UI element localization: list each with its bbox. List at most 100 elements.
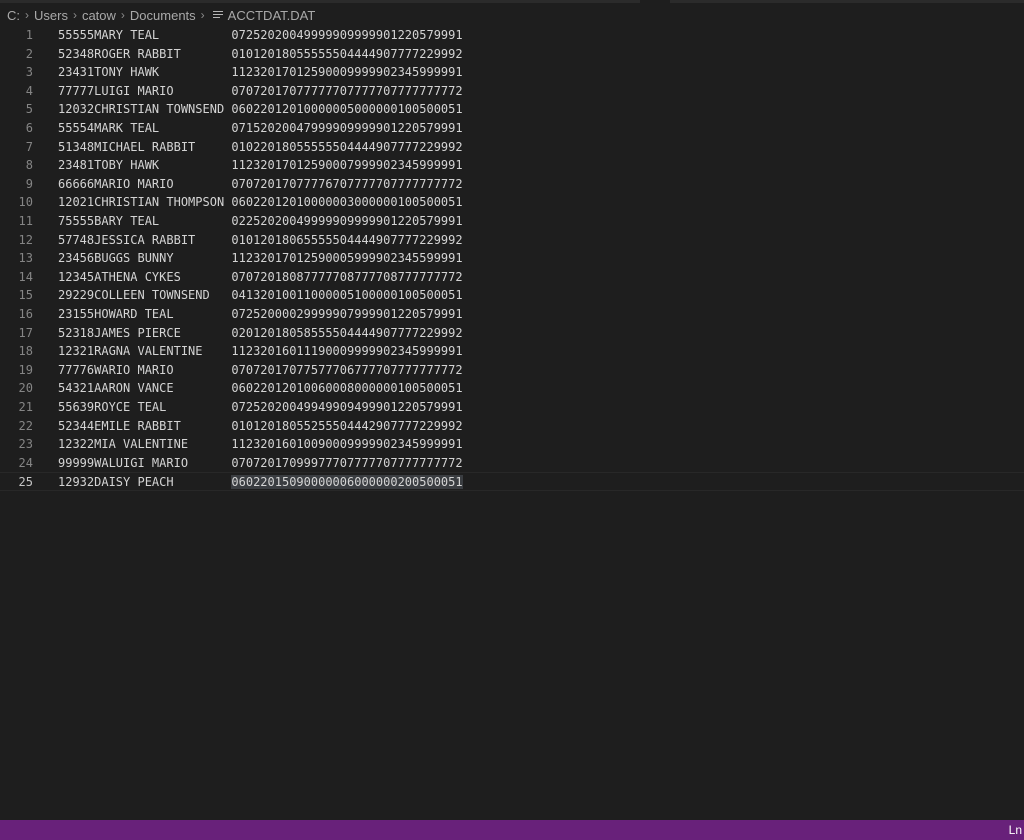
code-line[interactable]: 21 55639ROYCE TEAL 0725202004994990949990…	[0, 398, 1024, 417]
code-line[interactable]: 2 52348ROGER RABBIT 010120180555555044449…	[0, 45, 1024, 64]
field-padding	[188, 437, 231, 451]
line-text[interactable]: 51348MICHAEL RABBIT 01022018055555504444…	[58, 138, 463, 157]
code-line[interactable]: 24 99999WALUIGI MARIO 0707201709997770777…	[0, 454, 1024, 473]
line-text[interactable]: 57748JESSICA RABBIT 01012018065555504444…	[58, 231, 463, 250]
account-data: 11232016011190009999902345999991	[231, 344, 463, 359]
line-number: 4	[25, 83, 33, 98]
code-line[interactable]: 18 12321RAGNA VALENTINE 11232016011190009…	[0, 342, 1024, 361]
line-text[interactable]: 23155HOWARD TEAL 07252000029999907999901…	[58, 305, 463, 324]
line-text[interactable]: 52318JAMES PIERCE 0201201805855550444490…	[58, 324, 463, 343]
line-text[interactable]: 55554MARK TEAL 0715202004799990999990122…	[58, 119, 463, 138]
lines-file-icon	[212, 10, 223, 20]
account-name: TOBY HAWK	[94, 158, 160, 173]
line-text[interactable]: 75555BARY TEAL 0225202004999990999990122…	[58, 212, 463, 231]
line-text[interactable]: 52348ROGER RABBIT 0101201805555550444490…	[58, 45, 463, 64]
line-text[interactable]: 23431TONY HAWK 1123201701259000999990234…	[58, 63, 463, 82]
account-name: MARK TEAL	[94, 121, 160, 135]
line-text[interactable]: 12021CHRISTIAN THOMPSON 0602201201000000…	[58, 193, 463, 212]
line-number: 8	[25, 158, 33, 173]
breadcrumb: C: › Users › catow › Documents › ACCTDAT…	[0, 4, 1024, 26]
code-line[interactable]: 13 23456BUGGS BUNNY 112320170125900059999…	[0, 249, 1024, 268]
code-line[interactable]: 4 77777LUIGI MARIO 0707201707777770777770…	[0, 82, 1024, 101]
line-text[interactable]: 12032CHRISTIAN TOWNSEND 0602201201000000…	[58, 100, 463, 119]
code-line[interactable]: 10 12021CHRISTIAN THOMPSON 06022012010000…	[0, 193, 1024, 212]
line-number: 10	[18, 195, 33, 210]
line-text[interactable]: 55555MARY TEAL 0725202004999990999990122…	[58, 26, 463, 45]
code-line[interactable]: 6 55554MARK TEAL 071520200479999099999012…	[0, 119, 1024, 138]
code-line[interactable]: 16 23155HOWARD TEAL 072520000299999079999…	[0, 305, 1024, 324]
breadcrumb-users[interactable]: Users	[34, 8, 68, 23]
line-number: 2	[25, 46, 33, 61]
code-line[interactable]: 5 12032CHRISTIAN TOWNSEND 060220120100000…	[0, 100, 1024, 119]
line-text[interactable]: 99999WALUIGI MARIO 070720170999777077777…	[58, 454, 463, 473]
account-name: WARIO MARIO	[94, 362, 174, 377]
account-data: 06022015090000006000000200500051	[231, 475, 463, 490]
field-padding	[174, 381, 232, 395]
line-number: 21	[18, 400, 33, 414]
code-line[interactable]: 22 52344EMILE RABBIT 01012018055255504442…	[0, 417, 1024, 436]
code-line[interactable]: 1 55555MARY TEAL 072520200499999099999012…	[0, 26, 1024, 45]
line-text[interactable]: 12345ATHENA CYKES 0707201808777770877770…	[58, 268, 463, 287]
account-data: 11232017012590007999902345999991	[231, 158, 463, 173]
account-data: 06022012010000005000000100500051	[231, 102, 463, 117]
field-padding	[195, 140, 231, 154]
account-id: 51348	[58, 139, 95, 154]
breadcrumb-drive[interactable]: C:	[7, 8, 20, 23]
account-id: 23155	[58, 307, 95, 321]
line-text[interactable]: 52344EMILE RABBIT 0101201805525550444290…	[58, 417, 463, 436]
code-line[interactable]: 23 12322MIA VALENTINE 1123201601009000999…	[0, 435, 1024, 454]
code-line[interactable]: 11 75555BARY TEAL 02252020049999909999901…	[0, 212, 1024, 231]
line-number: 14	[18, 269, 33, 284]
code-line[interactable]: 7 51348MICHAEL RABBIT 0102201805555550444…	[0, 138, 1024, 157]
code-line[interactable]: 19 77776WARIO MARIO 070720170775777067777…	[0, 361, 1024, 380]
account-id: 66666	[58, 176, 95, 191]
code-line[interactable]: 17 52318JAMES PIERCE 02012018058555504444…	[0, 324, 1024, 343]
account-name: EMILE RABBIT	[94, 418, 181, 433]
code-line[interactable]: 14 12345ATHENA CYKES 07072018087777708777…	[0, 268, 1024, 287]
text-editor[interactable]: 1 55555MARY TEAL 072520200499999099999012…	[0, 26, 1024, 820]
code-line[interactable]: 12 57748JESSICA RABBIT 010120180655555044…	[0, 231, 1024, 250]
account-id: 52348	[58, 46, 95, 61]
line-number: 3	[25, 65, 33, 80]
account-name: DAISY PEACH	[94, 475, 174, 490]
account-data: 04132010011000005100000100500051	[231, 288, 463, 303]
account-id: 77776	[58, 362, 95, 377]
cursor-position-indicator[interactable]: Ln	[1009, 820, 1022, 840]
breadcrumb-file[interactable]: ACCTDAT.DAT	[228, 8, 316, 23]
line-text[interactable]: 12932DAISY PEACH 06022015090000006000000…	[58, 473, 463, 492]
line-text[interactable]: 12322MIA VALENTINE 112320160100900099999…	[58, 435, 463, 454]
code-line[interactable]: 8 23481TOBY HAWK 112320170125900079999023…	[0, 156, 1024, 175]
account-name: LUIGI MARIO	[94, 83, 174, 98]
line-number: 20	[18, 381, 33, 396]
account-data: 11232017012590009999902345999991	[231, 65, 463, 80]
account-data: 07252020049999909999901220579991	[231, 28, 463, 42]
line-text[interactable]: 23481TOBY HAWK 1123201701259000799990234…	[58, 156, 463, 175]
breadcrumb-catow[interactable]: catow	[82, 8, 116, 23]
line-text[interactable]: 77777LUIGI MARIO 07072017077777707777707…	[58, 82, 463, 101]
line-text[interactable]: 54321AARON VANCE 06022012010060008000000…	[58, 379, 463, 398]
line-number: 17	[18, 325, 33, 340]
account-data: 07072017077577706777707777777772	[231, 362, 463, 377]
account-name: CHRISTIAN THOMPSON	[94, 195, 225, 210]
account-name: COLLEEN TOWNSEND	[94, 288, 210, 303]
code-line[interactable]: 15 29229COLLEEN TOWNSEND 0413201001100000…	[0, 286, 1024, 305]
field-padding	[159, 28, 231, 42]
breadcrumb-documents[interactable]: Documents	[130, 8, 196, 23]
account-name: WALUIGI MARIO	[94, 455, 189, 470]
code-line[interactable]: 3 23431TONY HAWK 112320170125900099999023…	[0, 63, 1024, 82]
code-line[interactable]: 20 54321AARON VANCE 060220120100600080000…	[0, 379, 1024, 398]
line-text[interactable]: 23456BUGGS BUNNY 11232017012590005999902…	[58, 249, 463, 268]
field-padding	[159, 121, 231, 135]
field-padding	[174, 84, 232, 98]
line-text[interactable]: 12321RAGNA VALENTINE 1123201601119000999…	[58, 342, 463, 361]
code-line[interactable]: 25 12932DAISY PEACH 060220150900000060000…	[0, 472, 1024, 491]
account-data: 07152020047999909999901220579991	[231, 121, 463, 135]
line-number: 24	[18, 455, 33, 470]
account-id: 12345	[58, 269, 95, 284]
line-text[interactable]: 55639ROYCE TEAL 072520200499499094999012…	[58, 398, 463, 417]
code-line[interactable]: 9 66666MARIO MARIO 0707201707777670777770…	[0, 175, 1024, 194]
line-text[interactable]: 77776WARIO MARIO 07072017077577706777707…	[58, 361, 463, 380]
line-text[interactable]: 29229COLLEEN TOWNSEND 041320100110000051…	[58, 286, 463, 305]
account-data: 01012018065555504444907777229992	[231, 232, 463, 247]
line-text[interactable]: 66666MARIO MARIO 07072017077776707777707…	[58, 175, 463, 194]
